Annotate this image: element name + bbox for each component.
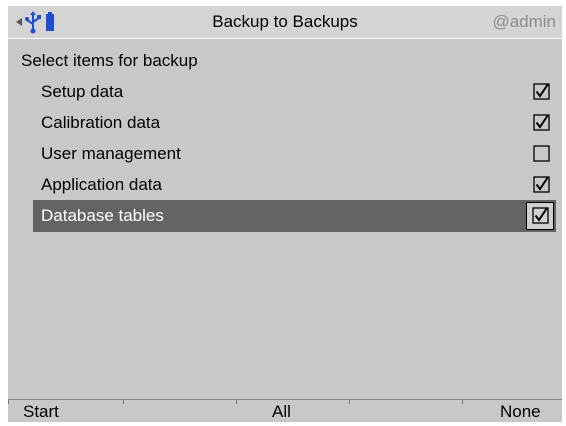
checkbox-focus-frame[interactable] bbox=[526, 202, 554, 230]
checkbox-unchecked-icon[interactable] bbox=[533, 145, 550, 162]
list-item-application-data[interactable]: Application data bbox=[33, 169, 556, 201]
checkbox-checked-icon[interactable] bbox=[532, 207, 549, 224]
softkey-divider bbox=[123, 400, 124, 404]
user-label: @admin bbox=[492, 12, 556, 31]
softkey-divider bbox=[462, 400, 463, 404]
checkbox-checked-icon[interactable] bbox=[533, 83, 550, 100]
item-label: Database tables bbox=[41, 206, 164, 225]
start-softkey[interactable]: Start bbox=[23, 402, 59, 422]
checkbox-checked-icon[interactable] bbox=[533, 114, 550, 131]
list-item-database-tables[interactable]: Database tables bbox=[33, 200, 556, 232]
softkey-divider bbox=[349, 400, 350, 404]
softkey-divider bbox=[236, 400, 237, 404]
item-label: Calibration data bbox=[41, 113, 161, 132]
list-item-calibration-data[interactable]: Calibration data bbox=[33, 107, 556, 139]
softkey-divider bbox=[8, 400, 9, 404]
title-bar: Backup to Backups @admin bbox=[8, 6, 562, 39]
device-screen: Backup to Backups @admin Select items fo… bbox=[8, 6, 562, 422]
softkey-bar: Start All None bbox=[8, 399, 562, 423]
page-title: Backup to Backups bbox=[212, 12, 358, 31]
list-item-user-management[interactable]: User management bbox=[33, 138, 556, 170]
section-title: Select items for backup bbox=[21, 51, 198, 70]
none-softkey[interactable]: None bbox=[500, 402, 541, 422]
all-softkey[interactable]: All bbox=[272, 402, 291, 422]
item-label: User management bbox=[41, 144, 181, 163]
checkbox-checked-icon[interactable] bbox=[533, 176, 550, 193]
item-label: Application data bbox=[41, 175, 162, 194]
item-label: Setup data bbox=[41, 82, 124, 101]
list-item-setup-data[interactable]: Setup data bbox=[33, 76, 556, 108]
